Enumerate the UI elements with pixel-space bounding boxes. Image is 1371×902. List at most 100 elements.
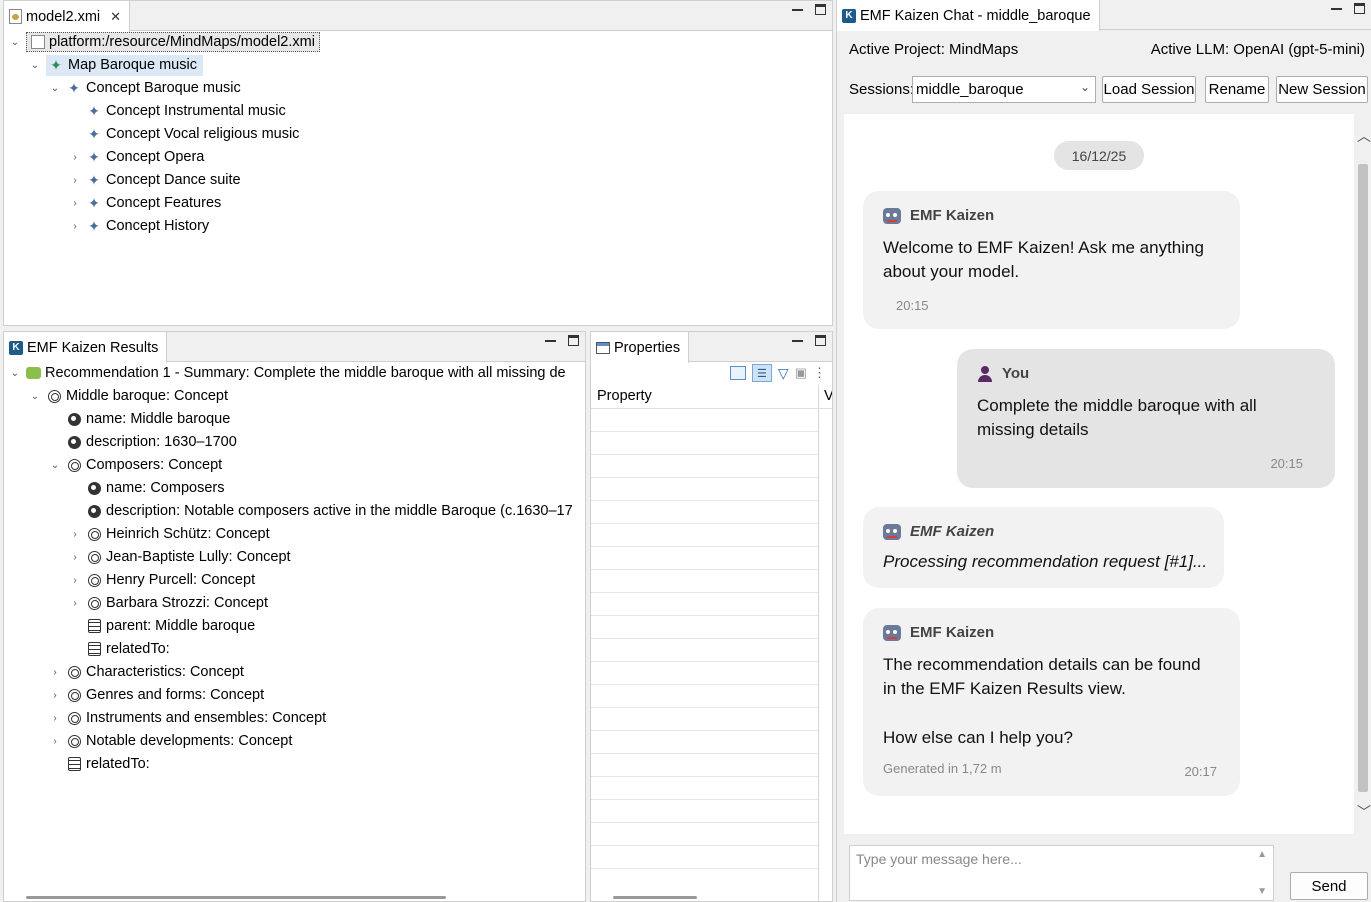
tree-row-resource[interactable]: ⌄ platform:/resource/MindMaps/model2.xmi xyxy=(8,31,320,53)
minimize-icon[interactable] xyxy=(792,4,803,15)
more-menu-icon[interactable]: ⋮ xyxy=(813,365,826,381)
tree-row-concept[interactable]: ⌄ Middle baroque: Concept xyxy=(28,385,228,407)
chevron-right-icon[interactable]: › xyxy=(68,596,82,610)
tree-row-concept[interactable]: › Jean-Baptiste Lully: Concept xyxy=(68,546,290,568)
concept-icon xyxy=(46,388,62,404)
sender-name: EMF Kaizen xyxy=(910,207,995,224)
tree-row-recommendation[interactable]: ⌄ Recommendation 1 - Summary: Complete t… xyxy=(8,362,566,384)
tree-row-reference[interactable]: relatedTo: xyxy=(86,638,170,660)
tree-row-concept[interactable]: › ✦ Concept Features xyxy=(68,192,221,214)
chevron-right-icon[interactable]: › xyxy=(48,665,62,679)
concept-icon: ✦ xyxy=(88,148,100,165)
generated-time: Generated in 1,72 m xyxy=(883,761,1002,776)
chevron-right-icon[interactable]: › xyxy=(48,734,62,748)
tree-row-concept[interactable]: › Heinrich Schütz: Concept xyxy=(68,523,269,545)
minimize-icon[interactable] xyxy=(1331,3,1342,14)
tree-row-reference[interactable]: relatedTo: xyxy=(66,753,150,775)
tab-properties[interactable]: Properties xyxy=(591,332,690,363)
chevron-right-icon[interactable]: › xyxy=(68,196,82,210)
chevron-down-icon[interactable]: ⌄ xyxy=(28,389,42,403)
maximize-icon[interactable] xyxy=(815,335,826,346)
tree-row-concept[interactable]: › Notable developments: Concept xyxy=(48,730,292,752)
horizontal-scrollbar[interactable] xyxy=(613,896,697,899)
tree-row-concept[interactable]: › Barbara Strozzi: Concept xyxy=(68,592,268,614)
load-session-button[interactable]: Load Session xyxy=(1102,76,1196,103)
tree-row-map[interactable]: ⌄ ✦ Map Baroque music xyxy=(28,54,203,76)
rename-button[interactable]: Rename xyxy=(1205,76,1269,103)
tree-row-concept[interactable]: › Characteristics: Concept xyxy=(48,661,244,683)
send-button[interactable]: Send xyxy=(1290,872,1368,900)
scroll-down-icon[interactable]: ▼ xyxy=(1257,886,1267,897)
session-select[interactable]: middle_baroque ⌄ xyxy=(912,76,1096,103)
chevron-right-icon[interactable]: › xyxy=(68,527,82,541)
tree-row-concept[interactable]: › Genres and forms: Concept xyxy=(48,684,264,706)
scroll-down-icon[interactable]: ﹀ xyxy=(1357,802,1371,822)
chevron-right-icon[interactable]: › xyxy=(68,173,82,187)
tab-emf-kaizen-chat[interactable]: K EMF Kaizen Chat - middle_baroque xyxy=(837,0,1100,31)
tree-row-concept[interactable]: ✦ Concept Vocal religious music xyxy=(86,123,299,145)
concept-icon xyxy=(66,457,82,473)
attribute-icon xyxy=(86,480,102,496)
tab-emf-kaizen-results[interactable]: K EMF Kaizen Results xyxy=(4,332,168,363)
tree-label: Composers: Concept xyxy=(86,457,223,473)
concept-icon: ✦ xyxy=(88,102,100,119)
chevron-down-icon[interactable]: ⌄ xyxy=(28,58,42,72)
message-input[interactable]: Type your message here... ▲ ▼ xyxy=(849,845,1274,901)
tree-row-concept[interactable]: ⌄ Composers: Concept xyxy=(48,454,222,476)
maximize-icon[interactable] xyxy=(815,4,826,15)
categories-icon[interactable]: ☰ xyxy=(751,364,772,382)
message-line: How else can I help you? xyxy=(883,728,1073,747)
minimize-icon[interactable] xyxy=(545,335,556,346)
scroll-up-icon[interactable]: ︿ xyxy=(1357,126,1371,146)
close-icon[interactable]: ✕ xyxy=(110,9,121,25)
chevron-down-icon[interactable]: ⌄ xyxy=(8,366,22,380)
tree-row-concept[interactable]: › ✦ Concept Opera xyxy=(68,146,204,168)
maximize-icon[interactable] xyxy=(1354,3,1365,14)
sessions-label: Sessions: xyxy=(849,81,915,98)
chevron-down-icon[interactable]: ⌄ xyxy=(8,35,22,49)
chevron-down-icon[interactable]: ⌄ xyxy=(48,81,62,95)
column-value[interactable]: V xyxy=(824,388,832,404)
tree-row-attribute[interactable]: description: Notable composers active in… xyxy=(86,500,573,522)
advanced-icon[interactable]: ▣ xyxy=(795,365,807,381)
kaizen-icon: K xyxy=(9,340,23,355)
tree-row-reference[interactable]: parent: Middle baroque xyxy=(86,615,255,637)
scroll-thumb[interactable] xyxy=(1358,164,1368,792)
tree-row-attribute[interactable]: description: 1630–1700 xyxy=(66,431,237,453)
chat-scrollbar[interactable]: ︿ ﹀ xyxy=(1354,126,1371,822)
tree-label: Concept Dance suite xyxy=(106,172,241,188)
horizontal-scrollbar[interactable] xyxy=(26,896,446,899)
filter-icon[interactable]: ▽ xyxy=(778,365,789,382)
chevron-right-icon[interactable]: › xyxy=(48,711,62,725)
chevron-right-icon[interactable]: › xyxy=(68,550,82,564)
column-property[interactable]: Property xyxy=(597,388,652,404)
tree-row-concept[interactable]: ✦ Concept Instrumental music xyxy=(86,100,286,122)
tree-row-attribute[interactable]: name: Middle baroque xyxy=(66,408,230,430)
active-project: Active Project: MindMaps xyxy=(849,41,1019,58)
tree-row-concept[interactable]: › ✦ Concept History xyxy=(68,215,209,237)
chat-panel: K EMF Kaizen Chat - middle_baroque Activ… xyxy=(836,0,1371,902)
maximize-icon[interactable] xyxy=(568,335,579,346)
reference-list-icon xyxy=(86,618,102,634)
tree-row-concept[interactable]: › Instruments and ensembles: Concept xyxy=(48,707,326,729)
tab-model2-xmi[interactable]: model2.xmi ✕ xyxy=(4,1,131,32)
concept-icon xyxy=(86,526,102,542)
pin-icon[interactable] xyxy=(729,366,746,380)
message-line: Complete the middle baroque with all xyxy=(977,396,1257,415)
tree-label: parent: Middle baroque xyxy=(106,618,256,634)
chevron-down-icon[interactable]: ⌄ xyxy=(48,458,62,472)
attribute-icon xyxy=(86,503,102,519)
chevron-right-icon[interactable]: › xyxy=(68,150,82,164)
concept-icon xyxy=(86,595,102,611)
new-session-button[interactable]: New Session xyxy=(1276,76,1368,103)
tree-row-concept[interactable]: › ✦ Concept Dance suite xyxy=(68,169,241,191)
chevron-right-icon[interactable]: › xyxy=(68,573,82,587)
tree-row-concept[interactable]: › Henry Purcell: Concept xyxy=(68,569,255,591)
minimize-icon[interactable] xyxy=(792,335,803,346)
tree-row-concept[interactable]: ⌄ ✦ Concept Baroque music xyxy=(48,77,241,99)
chevron-right-icon[interactable]: › xyxy=(68,219,82,233)
tree-row-attribute[interactable]: name: Composers xyxy=(86,477,224,499)
scroll-up-icon[interactable]: ▲ xyxy=(1257,849,1267,860)
message-time: 20:15 xyxy=(1270,456,1303,471)
chevron-right-icon[interactable]: › xyxy=(48,688,62,702)
